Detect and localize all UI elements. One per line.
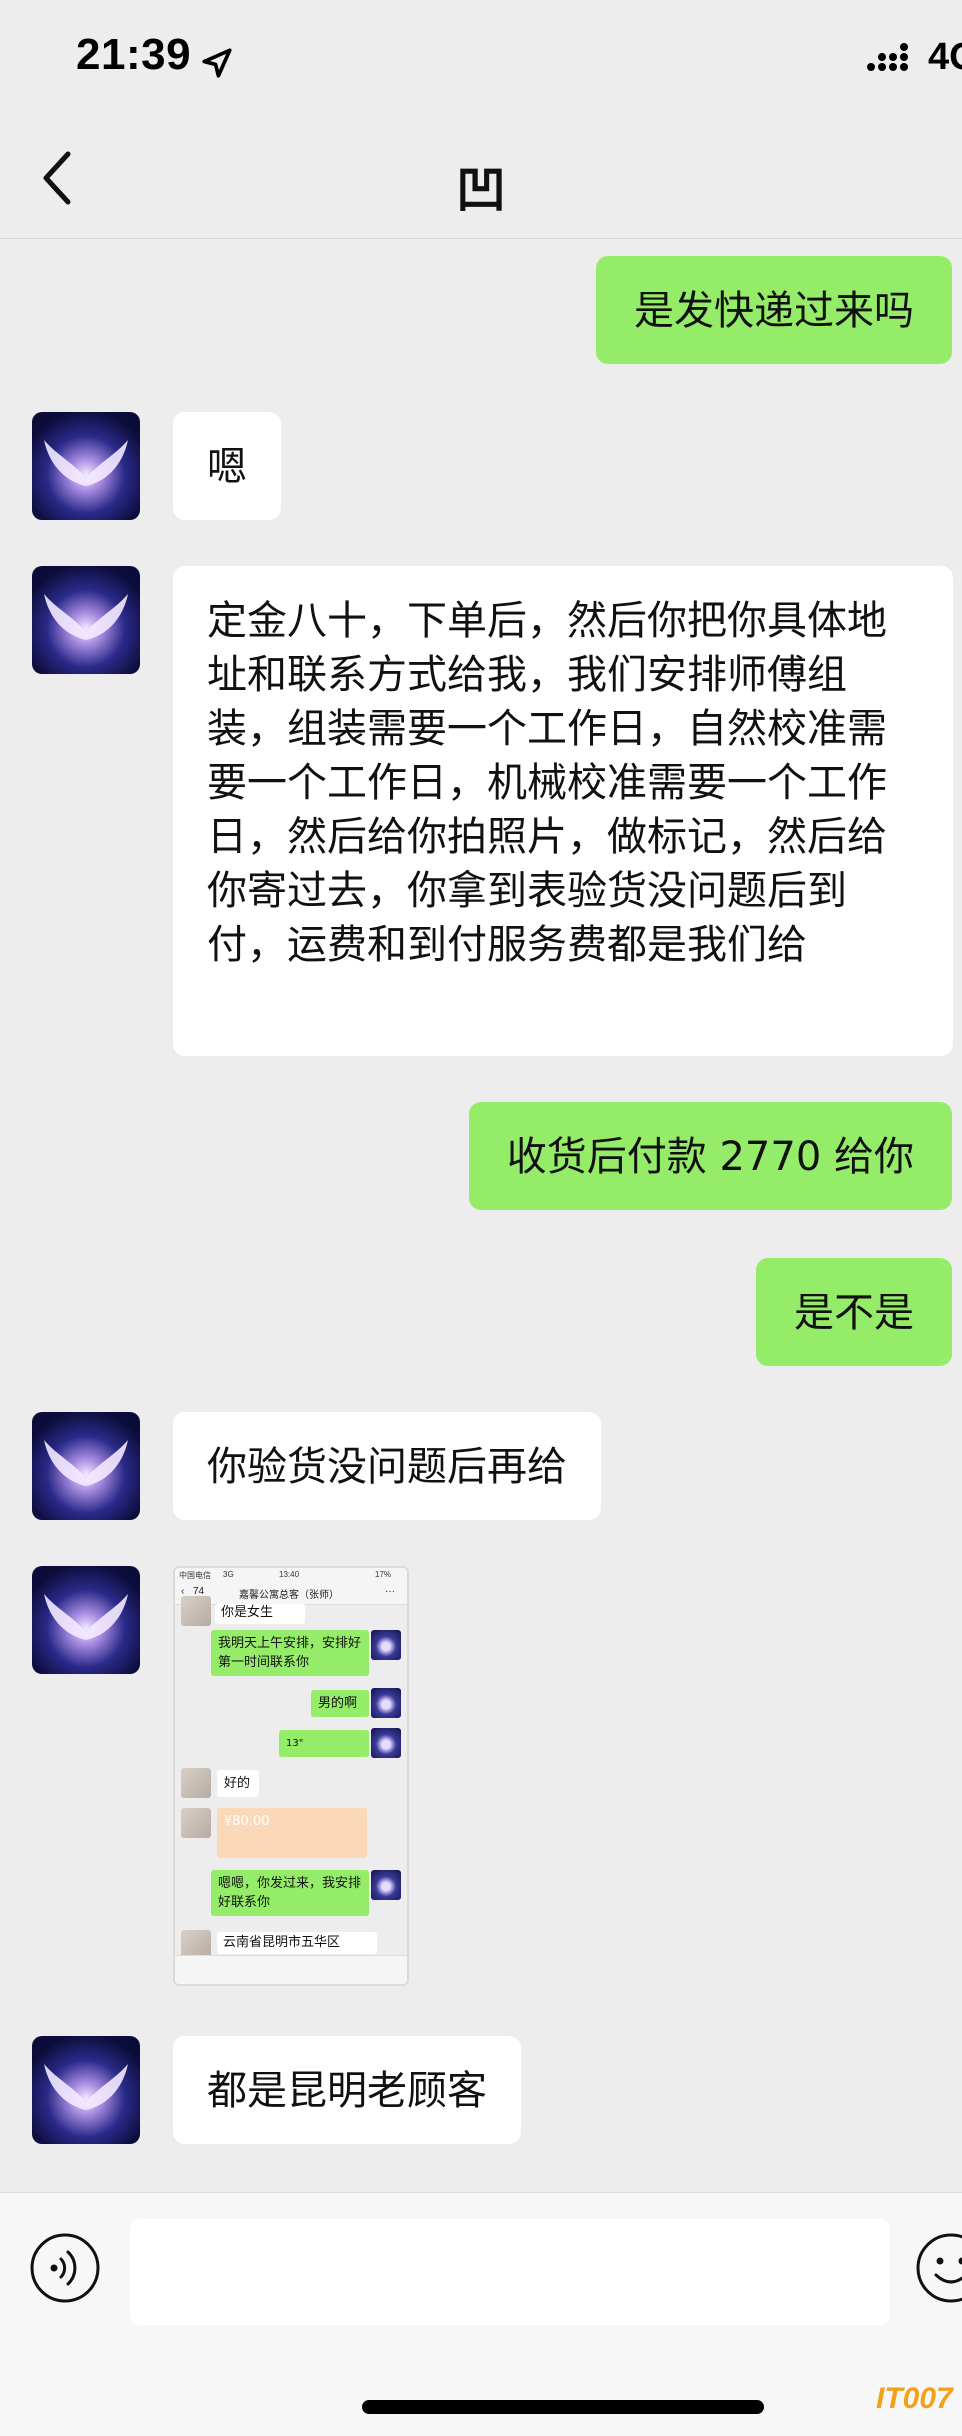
image-more-icon: ···	[385, 1586, 395, 1597]
message-text: 定金八十，下单后，然后你把你具体地址和联系方式给我，我们安排师傅组装，组装需要一…	[207, 598, 887, 968]
angel-wings-avatar-icon	[32, 2036, 140, 2144]
image-avatar	[371, 1630, 401, 1660]
message-text: 是发快递过来吗	[634, 288, 914, 334]
message-text: 嗯	[207, 444, 247, 490]
status-time: 21:39	[76, 30, 192, 79]
contact-avatar[interactable]	[32, 2036, 140, 2144]
emoji-icon[interactable]	[914, 2231, 962, 2305]
angel-wings-avatar-icon	[32, 566, 140, 674]
chat-screen: 21:39 4G 凹 是发快递过来吗	[0, 0, 962, 2436]
image-bubble: 我明天上午安排，安排好第一时间联系你	[211, 1630, 369, 1676]
image-bubble-text: 我明天上午安排，安排好第一时间联系你	[218, 1636, 362, 1670]
message-bubble-outgoing[interactable]: 是不是	[756, 1258, 952, 1366]
message-bubble-incoming[interactable]: 你验货没问题后再给	[173, 1412, 601, 1520]
message-text: 都是昆明老顾客	[207, 2068, 487, 2114]
image-bubble-text: 你是女生	[221, 1605, 274, 1620]
image-bubble: 13"	[279, 1730, 369, 1757]
message-bubble-outgoing[interactable]: 是发快递过来吗	[596, 256, 952, 364]
image-bubble-text: 嗯嗯，你发过来，我安排好联系你	[218, 1876, 362, 1910]
image-avatar	[371, 1728, 401, 1758]
watermark-logo: IT007	[876, 2382, 953, 2415]
image-chat-title: 嘉馨公寓总客（张师）	[239, 1590, 339, 1601]
location-arrow-icon	[202, 48, 232, 78]
image-bubble: 好的	[217, 1770, 259, 1797]
nav-bar: 凹	[0, 120, 962, 239]
message-bubble-outgoing[interactable]: 收货后付款 2770 给你	[468, 1102, 952, 1210]
image-avatar	[371, 1688, 401, 1718]
angel-wings-avatar-icon	[32, 412, 140, 520]
image-bubble: 你是女生	[215, 1604, 305, 1624]
message-bubble-incoming[interactable]: 嗯	[173, 412, 281, 520]
contact-avatar[interactable]	[32, 1566, 140, 1674]
image-avatar	[181, 1596, 211, 1626]
image-transfer-amount: ¥80.00	[224, 1814, 270, 1829]
angel-wings-avatar-icon	[32, 1412, 140, 1520]
image-bubble-text: 13"	[286, 1738, 304, 1749]
status-bar: 21:39 4G	[0, 0, 962, 120]
chat-title: 凹	[456, 161, 506, 219]
network-label: 4G	[928, 36, 962, 78]
image-input-bar	[175, 1955, 407, 1984]
image-battery: 17%	[375, 1570, 392, 1579]
image-message[interactable]: 中国电信 3G 13:40 17% ‹ 74 嘉馨公寓总客（张师） ··· 你是…	[173, 1566, 409, 1986]
home-indicator[interactable]	[362, 2400, 764, 2414]
message-text: 收货后付款 2770 给你	[506, 1134, 914, 1180]
image-time: 13:40	[279, 1570, 300, 1579]
message-text: 你验货没问题后再给	[207, 1444, 567, 1490]
message-text: 是不是	[794, 1290, 914, 1336]
message-input[interactable]	[130, 2219, 890, 2325]
message-bubble-incoming[interactable]: 定金八十，下单后，然后你把你具体地址和联系方式给我，我们安排师傅组装，组装需要一…	[173, 566, 953, 1056]
image-network: 3G	[223, 1570, 234, 1579]
image-bubble: 嗯嗯，你发过来，我安排好联系你	[211, 1870, 369, 1916]
contact-avatar[interactable]	[32, 412, 140, 520]
message-bubble-incoming[interactable]: 都是昆明老顾客	[173, 2036, 521, 2144]
image-status-bar: 中国电信 3G 13:40 17%	[175, 1568, 407, 1582]
image-avatar	[371, 1870, 401, 1900]
contact-avatar[interactable]	[32, 1412, 140, 1520]
image-avatar	[181, 1808, 211, 1838]
image-bubble: 云南省昆明市五华区	[217, 1932, 377, 1954]
image-avatar	[181, 1768, 211, 1798]
contact-avatar[interactable]	[32, 566, 140, 674]
angel-wings-avatar-icon	[32, 1566, 140, 1674]
signal-icon	[867, 43, 908, 71]
image-carrier: 中国电信	[179, 1571, 211, 1580]
voice-icon[interactable]	[28, 2231, 102, 2305]
image-bubble: 男的啊	[311, 1690, 369, 1717]
image-bubble-text: 男的啊	[318, 1696, 358, 1711]
image-bubble-text: 云南省昆明市五华区	[223, 1935, 341, 1950]
image-bubble-text: 好的	[224, 1776, 251, 1791]
image-transfer-card: ¥80.00	[217, 1808, 367, 1858]
